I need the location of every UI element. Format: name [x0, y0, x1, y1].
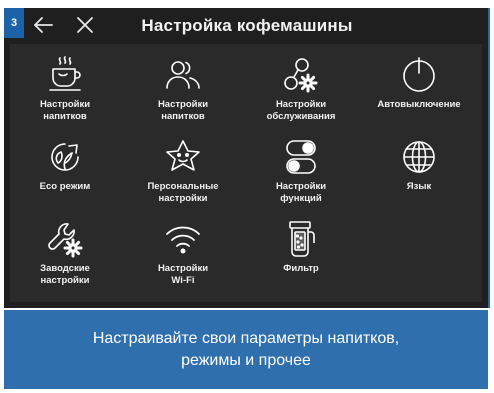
toggle-switches-icon: [282, 138, 320, 176]
tile-label: Настройки напитков: [157, 99, 209, 122]
tile-drink-settings-users[interactable]: Настройки напитков: [128, 54, 238, 132]
tile-factory-settings[interactable]: Заводские настройки: [10, 218, 120, 296]
users-icon: [164, 56, 202, 94]
service-gear-icon: [282, 56, 320, 94]
tile-service-settings[interactable]: Настройки обслуживания: [246, 54, 356, 132]
water-filter-icon: [282, 220, 320, 258]
globe-icon: [400, 138, 438, 176]
tile-label: Персональные настройки: [147, 181, 219, 204]
instruction-caption: Настраивайте свои параметры напитков, ре…: [4, 310, 488, 389]
smiley-star-icon: [164, 138, 202, 176]
tile-wifi-settings[interactable]: Настройки Wi-Fi: [128, 218, 238, 296]
tile-label: Настройки напитков: [39, 99, 91, 122]
tutorial-frame: 3 Настройка кофемашины Настройки напитко…: [0, 0, 494, 393]
tile-language[interactable]: Язык: [364, 136, 474, 214]
tile-label: Настройки функций: [275, 181, 327, 204]
wifi-icon: [164, 220, 202, 258]
tile-label: Автовыключение: [377, 99, 461, 110]
tile-auto-off[interactable]: Автовыключение: [364, 54, 474, 132]
tile-label: Заводские настройки: [40, 263, 90, 286]
wrench-gear-icon: [46, 220, 84, 258]
tile-label: Настройки Wi-Fi: [157, 263, 209, 286]
settings-grid: Настройки напитков Настройки напитков На…: [10, 44, 482, 302]
tile-label: Язык: [406, 181, 432, 192]
power-icon: [400, 56, 438, 94]
tile-eco-mode[interactable]: Eco режим: [10, 136, 120, 214]
tile-function-settings[interactable]: Настройки функций: [246, 136, 356, 214]
tile-label: Eco режим: [39, 181, 91, 192]
screen-title: Настройка кофемашины: [141, 16, 353, 35]
tile-label: Настройки обслуживания: [266, 99, 336, 122]
tile-filter[interactable]: Фильтр: [246, 218, 356, 296]
eco-leaf-icon: [46, 138, 84, 176]
tile-label: Фильтр: [283, 263, 319, 274]
tile-drink-settings[interactable]: Настройки напитков: [10, 54, 120, 132]
coffee-cup-icon: [46, 56, 84, 94]
tile-personal-settings[interactable]: Персональные настройки: [128, 136, 238, 214]
